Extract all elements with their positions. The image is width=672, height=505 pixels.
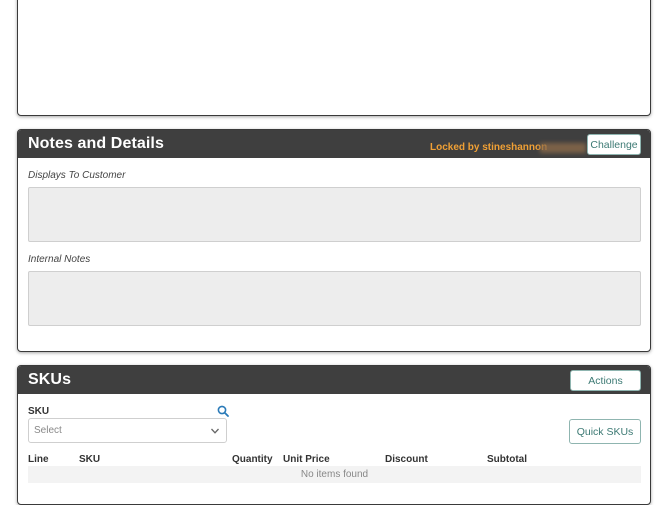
sku-field-label: SKU: [28, 406, 50, 417]
column-header-discount: Discount: [385, 454, 428, 465]
column-header-sku: SKU: [79, 454, 101, 465]
skus-card: SKUs Actions SKU Select Quick SKUs Line …: [17, 365, 651, 505]
displays-to-customer-textarea[interactable]: [28, 187, 641, 242]
sku-select-placeholder: Select: [34, 425, 62, 436]
notes-details-card: Notes and Details Locked by stineshannon…: [17, 129, 651, 352]
challenge-button[interactable]: Challenge: [587, 134, 641, 155]
column-header-subtotal: Subtotal: [487, 454, 527, 465]
quick-skus-button[interactable]: Quick SKUs: [569, 419, 641, 444]
column-header-quantity: Quantity: [232, 454, 273, 465]
actions-button[interactable]: Actions: [570, 370, 641, 391]
chevron-down-icon: [211, 428, 219, 434]
notes-header: Notes and Details Locked by stineshannon…: [18, 130, 650, 158]
displays-to-customer-label: Displays To Customer: [28, 170, 126, 181]
previous-section-card: [17, 0, 651, 116]
column-header-unit-price: Unit Price: [283, 454, 330, 465]
empty-table-message: No items found: [300, 469, 369, 480]
column-header-line: Line: [28, 454, 49, 465]
lock-status-text: Locked by stineshannon: [430, 142, 548, 153]
empty-table-row: No items found: [28, 466, 641, 483]
search-icon[interactable]: [217, 405, 229, 417]
notes-title: Notes and Details: [28, 135, 164, 152]
internal-notes-label: Internal Notes: [28, 254, 91, 265]
skus-header: SKUs Actions: [18, 366, 650, 394]
skus-title: SKUs: [28, 371, 72, 388]
sku-select[interactable]: Select: [28, 418, 227, 443]
internal-notes-textarea[interactable]: [28, 271, 641, 326]
redacted-username: [540, 143, 586, 153]
